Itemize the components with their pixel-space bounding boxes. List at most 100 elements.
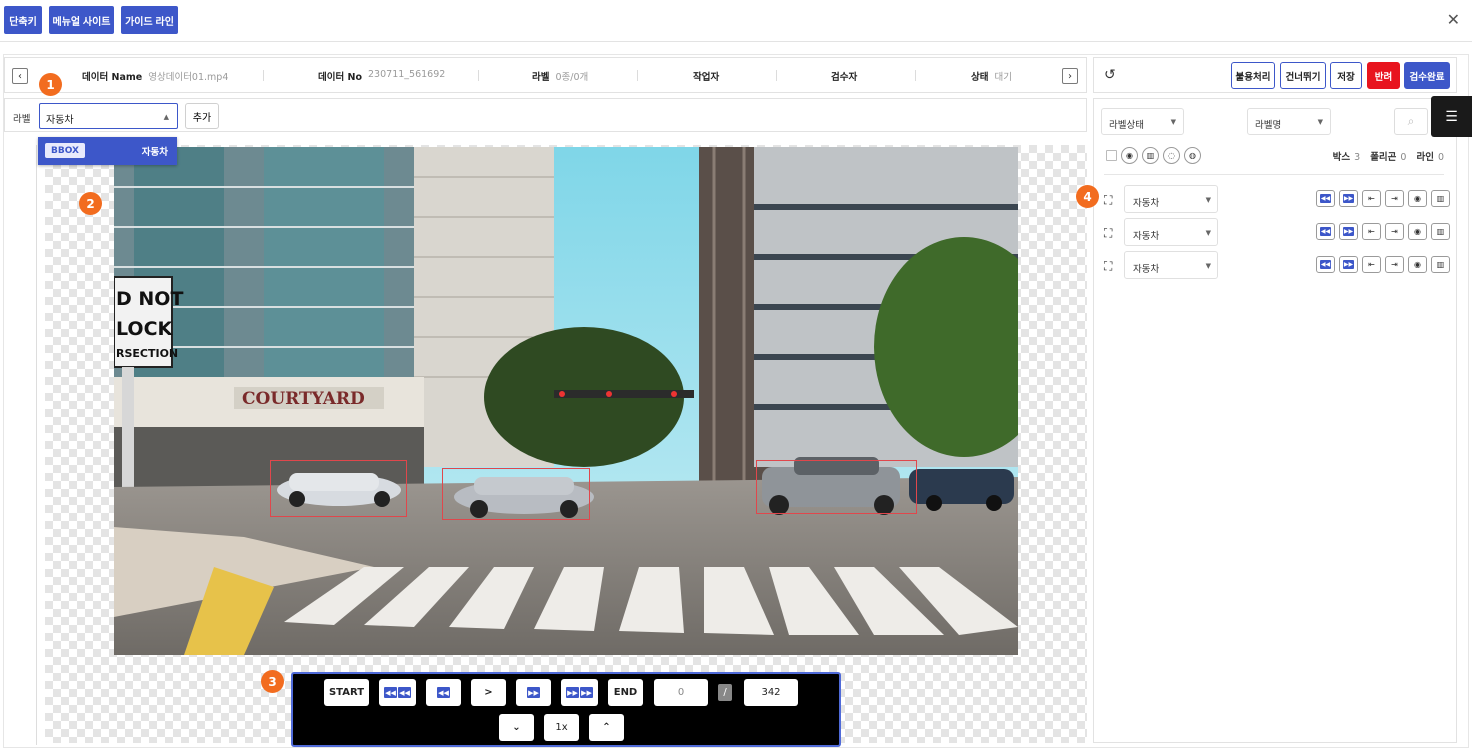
bbox-car-3[interactable] bbox=[756, 460, 917, 514]
eye-icon: ◉ bbox=[1414, 227, 1421, 236]
review-actions-bar: ↺ 불용처리 건너뛰기 저장 반려 검수완료 bbox=[1093, 57, 1457, 93]
bbox-car-1[interactable] bbox=[270, 460, 407, 517]
eye-icon[interactable]: ◉ bbox=[1121, 147, 1138, 164]
speed-up-button[interactable]: ⌃ bbox=[589, 714, 624, 741]
complete-review-button[interactable]: 검수완료 bbox=[1404, 62, 1450, 89]
top-toolbar: 단축키 메뉴얼 사이트 가이드 라인 ✕ bbox=[0, 0, 1472, 42]
visibility-button[interactable]: ◉ bbox=[1408, 256, 1427, 273]
manual-site-button[interactable]: 메뉴얼 사이트 bbox=[49, 6, 114, 34]
skip-start-icon: ⇤ bbox=[1368, 260, 1375, 269]
add-label-button[interactable]: 추가 bbox=[185, 103, 219, 129]
speed-value: 1x bbox=[544, 714, 579, 741]
delete-button[interactable]: ▥ bbox=[1431, 190, 1450, 207]
skip-button[interactable]: 건너뛰기 bbox=[1280, 62, 1326, 89]
forward-fast-button[interactable]: ▶▶ ▶▶ bbox=[561, 679, 598, 706]
rewind-icon: ◀◀ bbox=[1320, 194, 1331, 203]
play-button[interactable]: > bbox=[471, 679, 506, 706]
next-keyframe-button[interactable]: ▶▶ bbox=[1339, 223, 1358, 240]
label-item-select[interactable]: 자동차 ▼ bbox=[1124, 218, 1218, 246]
caret-down-icon: ▼ bbox=[1205, 262, 1211, 270]
caret-down-icon: ▼ bbox=[1170, 118, 1176, 126]
label-item[interactable]: ⛶ 자동차 ▼ ◀◀ ▶▶ ⇤ ⇥ ◉ ▥ bbox=[1104, 251, 1450, 279]
rewind-button[interactable]: ◀◀ bbox=[426, 679, 461, 706]
label-dropdown-option[interactable]: BBOX 자동차 bbox=[38, 137, 177, 165]
next-keyframe-button[interactable]: ▶▶ bbox=[1339, 256, 1358, 273]
label-item[interactable]: ⛶ 자동차 ▼ ◀◀ ▶▶ ⇤ ⇥ ◉ ▥ bbox=[1104, 218, 1450, 246]
forward-icon: ▶▶ bbox=[1343, 227, 1354, 236]
prev-keyframe-button[interactable]: ◀◀ bbox=[1316, 256, 1335, 273]
label-title: 라벨 bbox=[13, 114, 31, 125]
label-item[interactable]: ⛶ 자동차 ▼ ◀◀ ▶▶ ⇤ ⇥ ◉ ▥ bbox=[1104, 185, 1450, 213]
svg-text:D NOT: D NOT bbox=[116, 288, 183, 310]
guide-badge-2: 2 bbox=[79, 192, 102, 215]
end-button[interactable]: END bbox=[608, 679, 643, 706]
street-scene: COURTYARD D NOT LOCK RSECTION bbox=[114, 147, 1018, 655]
rewind-fast-button[interactable]: ◀◀ ◀◀ bbox=[379, 679, 416, 706]
guide-badge-3: 3 bbox=[261, 670, 284, 693]
first-frame-button[interactable]: ⇤ bbox=[1362, 256, 1381, 273]
forward-fast-icon: ▶▶ bbox=[566, 687, 579, 698]
comment-icon[interactable]: ◌ bbox=[1163, 147, 1180, 164]
delete-button[interactable]: ▥ bbox=[1431, 256, 1450, 273]
first-frame-button[interactable]: ⇤ bbox=[1362, 223, 1381, 240]
total-frames: 342 bbox=[744, 679, 798, 706]
search-button[interactable]: ⌕ bbox=[1394, 108, 1428, 135]
bbox-car-2[interactable] bbox=[442, 468, 590, 520]
guide-line-button[interactable]: 가이드 라인 bbox=[121, 6, 178, 34]
trash-icon: ▥ bbox=[1436, 227, 1445, 236]
caret-up-icon: ▲ bbox=[163, 113, 169, 121]
label-row: 라벨 자동차 ▲ 추가 bbox=[4, 98, 1087, 132]
visibility-button[interactable]: ◉ bbox=[1408, 223, 1427, 240]
eye-icon: ◉ bbox=[1414, 194, 1421, 203]
close-icon[interactable]: ✕ bbox=[1447, 10, 1460, 29]
label-select[interactable]: 자동차 ▲ bbox=[39, 103, 178, 129]
rewind-fast-icon: ◀◀ bbox=[384, 687, 397, 698]
last-frame-button[interactable]: ⇥ bbox=[1385, 256, 1404, 273]
shortcut-button[interactable]: 단축키 bbox=[4, 6, 42, 34]
select-all-checkbox[interactable] bbox=[1106, 150, 1117, 161]
first-frame-button[interactable]: ⇤ bbox=[1362, 190, 1381, 207]
label-item-select[interactable]: 자동차 ▼ bbox=[1124, 251, 1218, 279]
last-frame-button[interactable]: ⇥ bbox=[1385, 223, 1404, 240]
label-name-filter[interactable]: 라벨명 ▼ bbox=[1247, 108, 1331, 135]
prev-data-button[interactable]: ‹ bbox=[12, 68, 28, 84]
current-frame-input[interactable]: 0 bbox=[654, 679, 708, 706]
bulk-actions: ◉ ▥ ◌ ◍ bbox=[1106, 147, 1201, 164]
divider bbox=[1104, 174, 1444, 175]
prev-keyframe-button[interactable]: ◀◀ bbox=[1316, 190, 1335, 207]
data-name-info: 데이터 Name 영상데이터01.mp4 bbox=[82, 72, 229, 83]
return-button[interactable]: 반려 bbox=[1367, 62, 1400, 89]
reject-button[interactable]: 불용처리 bbox=[1231, 62, 1275, 89]
panel-toggle-button[interactable]: ☰ bbox=[1431, 96, 1472, 137]
video-frame-image[interactable]: COURTYARD D NOT LOCK RSECTION bbox=[114, 147, 1018, 655]
start-button[interactable]: START bbox=[324, 679, 369, 706]
caret-down-icon: ▼ bbox=[1317, 118, 1323, 126]
visibility-button[interactable]: ◉ bbox=[1408, 190, 1427, 207]
svg-text:COURTYARD: COURTYARD bbox=[242, 389, 365, 409]
data-no-info: 데이터 No 230711_561692 bbox=[318, 69, 446, 83]
forward-icon: ▶▶ bbox=[1343, 194, 1354, 203]
worker-info: 작업자 bbox=[693, 72, 720, 83]
label-item-select[interactable]: 자동차 ▼ bbox=[1124, 185, 1218, 213]
label-list-panel: 라벨상태 ▼ 라벨명 ▼ ⌕ ◉ ▥ ◌ ◍ 박스 3 폴리곤 0 라인 0 ⛶ 자동차 ▼… bbox=[1093, 98, 1457, 743]
annotation-counts: 박스 3 폴리곤 0 라인 0 bbox=[1332, 152, 1444, 163]
guide-badge-1: 1 bbox=[39, 73, 62, 96]
frame-separator: / bbox=[718, 684, 732, 701]
skip-start-icon: ⇤ bbox=[1368, 194, 1375, 203]
prev-keyframe-button[interactable]: ◀◀ bbox=[1316, 223, 1335, 240]
history-icon[interactable]: ↺ bbox=[1104, 67, 1116, 83]
speed-down-button[interactable]: ⌄ bbox=[499, 714, 534, 741]
label-status-filter[interactable]: 라벨상태 ▼ bbox=[1101, 108, 1184, 135]
trash-icon[interactable]: ▥ bbox=[1142, 147, 1159, 164]
forward-button[interactable]: ▶▶ bbox=[516, 679, 551, 706]
next-data-button[interactable]: › bbox=[1062, 68, 1078, 84]
search-icon: ⌕ bbox=[1407, 114, 1415, 128]
video-player-controls: START ◀◀ ◀◀ ◀◀ > ▶▶ ▶▶ ▶▶ END 0 / 342 ⌄ 1x… bbox=[291, 672, 841, 747]
last-frame-button[interactable]: ⇥ bbox=[1385, 190, 1404, 207]
delete-button[interactable]: ▥ bbox=[1431, 223, 1450, 240]
next-keyframe-button[interactable]: ▶▶ bbox=[1339, 190, 1358, 207]
save-button[interactable]: 저장 bbox=[1330, 62, 1362, 89]
rewind-icon: ◀◀ bbox=[437, 687, 450, 698]
chevron-down-icon: ⌄ bbox=[512, 722, 521, 733]
comment-add-icon[interactable]: ◍ bbox=[1184, 147, 1201, 164]
